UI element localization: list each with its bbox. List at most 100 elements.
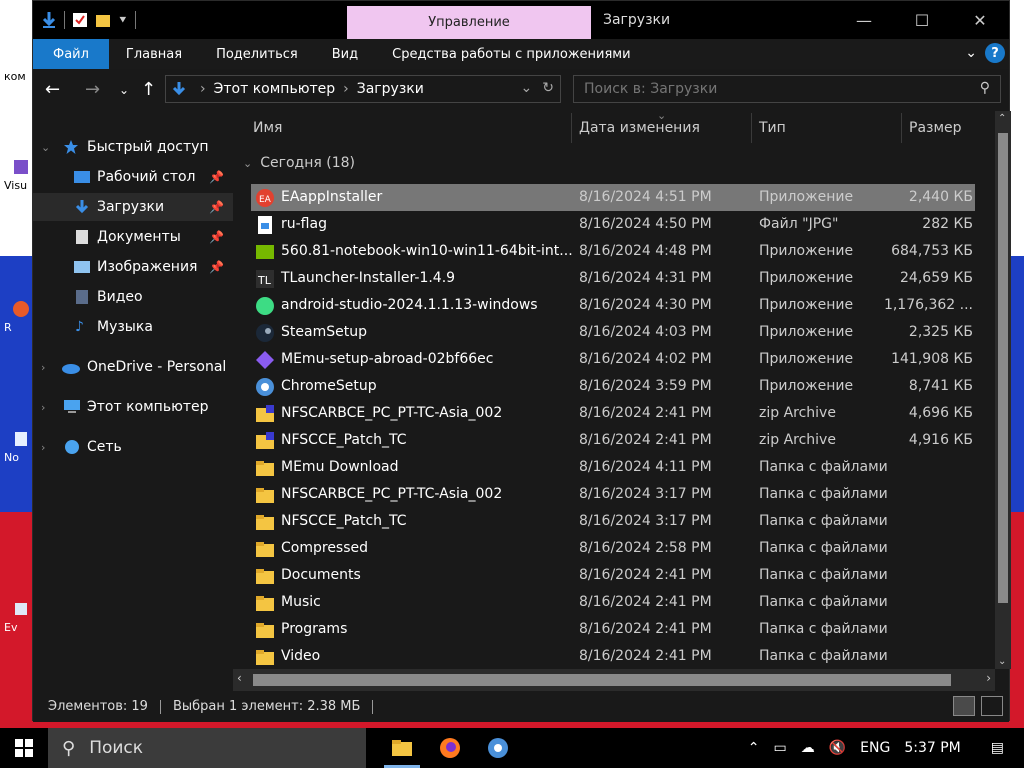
- table-row[interactable]: TL TLauncher-Installer-1.4.9 8/16/2024 4:3…: [251, 265, 975, 292]
- minimize-button[interactable]: —: [835, 1, 893, 39]
- pin-icon[interactable]: 📌: [209, 170, 224, 184]
- taskbar-search[interactable]: ⚲ Поиск: [48, 728, 366, 768]
- maximize-button[interactable]: ☐: [893, 1, 951, 39]
- table-row[interactable]: Video 8/16/2024 2:41 PM Папка с файлами: [251, 643, 975, 670]
- column-header-size[interactable]: Размер: [909, 111, 962, 145]
- table-row[interactable]: Documents 8/16/2024 2:41 PM Папка с файлам…: [251, 562, 975, 589]
- show-hidden-icons-chevron-icon[interactable]: ⌃: [748, 740, 760, 756]
- horizontal-scrollbar[interactable]: ‹ ›: [233, 669, 995, 691]
- table-row[interactable]: android-studio-2024.1.1.13-windows 8/16/2…: [251, 292, 975, 319]
- display-icon[interactable]: ▭: [774, 740, 787, 756]
- table-row[interactable]: NFSCARBCE_PC_PT-TC-Asia_002 8/16/2024 3:1…: [251, 481, 975, 508]
- nav-music[interactable]: ♪ Музыка: [33, 313, 233, 341]
- table-row[interactable]: 560.81-notebook-win10-win11-64bit-int...…: [251, 238, 975, 265]
- table-row[interactable]: Music 8/16/2024 2:41 PM Папка с файлами: [251, 589, 975, 616]
- table-row[interactable]: NFSCARBCE_PC_PT-TC-Asia_002 8/16/2024 2:4…: [251, 400, 975, 427]
- scroll-right-icon[interactable]: ›: [986, 671, 991, 685]
- tab-home[interactable]: Главная: [109, 39, 199, 69]
- table-row[interactable]: SteamSetup 8/16/2024 4:03 PM Приложение 2,3…: [251, 319, 975, 346]
- desktop-icon-notepad[interactable]: No: [4, 430, 32, 464]
- address-bar[interactable]: › Этот компьютер › Загрузки ⌄ ↻: [165, 75, 561, 103]
- horizontal-scroll-thumb[interactable]: [253, 674, 951, 686]
- up-arrow-icon[interactable]: ↑: [141, 79, 156, 100]
- clock[interactable]: 5:37 PM: [904, 740, 960, 756]
- nav-network[interactable]: › Сеть: [33, 433, 233, 461]
- tab-app-tools[interactable]: Средства работы с приложениями: [375, 39, 647, 69]
- customize-toolbar-icon[interactable]: ⯆: [118, 13, 128, 28]
- refresh-icon[interactable]: ↻: [542, 80, 554, 96]
- tlauncher-icon: TL: [255, 269, 275, 289]
- nav-downloads[interactable]: Загрузки 📌: [33, 193, 233, 221]
- nav-desktop[interactable]: Рабочий стол 📌: [33, 163, 233, 191]
- pin-icon[interactable]: 📌: [209, 230, 224, 244]
- taskbar-file-explorer[interactable]: [378, 728, 426, 768]
- taskbar-chrome[interactable]: [474, 728, 522, 768]
- search-input[interactable]: [584, 81, 964, 97]
- details-view-button[interactable]: [953, 696, 975, 716]
- column-header-type[interactable]: Тип: [759, 111, 786, 145]
- vertical-scrollbar[interactable]: ⌃ ⌄: [995, 111, 1011, 669]
- column-header-name[interactable]: Имя: [253, 111, 282, 145]
- taskbar-firefox[interactable]: [426, 728, 474, 768]
- language-indicator[interactable]: ENG: [860, 740, 890, 756]
- pin-icon[interactable]: 📌: [209, 200, 224, 214]
- file-name: Video: [281, 648, 321, 664]
- table-row[interactable]: NFSCCE_Patch_TC 8/16/2024 2:41 PM zip Arch…: [251, 427, 975, 454]
- expand-chevron-icon[interactable]: ›: [41, 441, 45, 454]
- file-size: 4,696 КБ: [908, 405, 973, 421]
- group-header-today[interactable]: ⌄ Сегодня (18): [243, 155, 355, 171]
- table-row[interactable]: ChromeSetup 8/16/2024 3:59 PM Приложение 8,…: [251, 373, 975, 400]
- scroll-down-icon[interactable]: ⌄: [998, 656, 1006, 667]
- large-icons-view-button[interactable]: [981, 696, 1003, 716]
- table-row[interactable]: EA EAappInstaller 8/16/2024 4:51 PM Приложе…: [251, 184, 975, 211]
- address-history-chevron-icon[interactable]: ⌄: [521, 80, 533, 96]
- onedrive-tray-icon[interactable]: ☁: [801, 740, 815, 756]
- expand-ribbon-chevron-icon[interactable]: ⌄: [965, 45, 977, 61]
- nav-video[interactable]: Видео: [33, 283, 233, 311]
- column-header-date[interactable]: Дата изменения: [579, 111, 700, 145]
- table-row[interactable]: NFSCCE_Patch_TC 8/16/2024 3:17 PM Папка с …: [251, 508, 975, 535]
- expand-chevron-icon[interactable]: ›: [41, 401, 45, 414]
- vertical-scroll-thumb[interactable]: [998, 133, 1008, 603]
- breadcrumb-downloads[interactable]: Загрузки: [357, 81, 424, 97]
- search-box[interactable]: ⚲: [573, 75, 1001, 103]
- file-date: 8/16/2024 3:59 PM: [579, 378, 712, 394]
- back-arrow-icon[interactable]: ←: [45, 79, 60, 100]
- table-row[interactable]: ru-flag 8/16/2024 4:50 PM Файл "JPG" 282 КБ: [251, 211, 975, 238]
- scroll-up-icon[interactable]: ⌃: [998, 113, 1006, 124]
- nav-documents[interactable]: Документы 📌: [33, 223, 233, 251]
- manage-tab[interactable]: Управление: [347, 6, 591, 39]
- nav-this-pc[interactable]: › Этот компьютер: [33, 393, 233, 421]
- pin-icon[interactable]: 📌: [209, 260, 224, 274]
- help-button[interactable]: ?: [985, 43, 1005, 63]
- desktop-icon-ev[interactable]: Ev: [4, 600, 32, 634]
- search-icon[interactable]: ⚲: [980, 80, 990, 96]
- start-button[interactable]: [0, 728, 48, 768]
- desktop-icon-computer[interactable]: ком: [4, 70, 32, 83]
- close-button[interactable]: ✕: [951, 1, 1009, 39]
- collapse-chevron-icon[interactable]: ⌄: [41, 141, 50, 154]
- recent-locations-chevron-icon[interactable]: ⌄: [119, 83, 129, 97]
- tab-view[interactable]: Вид: [315, 39, 375, 69]
- scroll-left-icon[interactable]: ‹: [237, 671, 242, 685]
- tab-file[interactable]: Файл: [33, 39, 109, 69]
- properties-icon[interactable]: [72, 12, 88, 28]
- tab-share[interactable]: Поделиться: [199, 39, 315, 69]
- table-row[interactable]: Programs 8/16/2024 2:41 PM Папка с файлами: [251, 616, 975, 643]
- nav-onedrive[interactable]: › OneDrive - Personal: [33, 353, 233, 381]
- nav-quick-access[interactable]: ⌄ Быстрый доступ: [33, 133, 233, 161]
- notifications-icon[interactable]: ▤: [991, 740, 1004, 756]
- new-folder-icon[interactable]: [95, 12, 111, 28]
- breadcrumb-this-pc[interactable]: Этот компьютер: [214, 81, 336, 97]
- desktop-icon-visual-studio[interactable]: Visu: [4, 158, 32, 192]
- forward-arrow-icon[interactable]: →: [85, 79, 100, 100]
- file-type: Приложение: [759, 270, 854, 286]
- desktop-icon-r[interactable]: R: [4, 300, 32, 334]
- expand-chevron-icon[interactable]: ›: [41, 361, 45, 374]
- group-collapse-chevron-icon[interactable]: ⌄: [243, 157, 252, 170]
- volume-muted-icon[interactable]: 🔇: [829, 740, 846, 756]
- table-row[interactable]: MEmu Download 8/16/2024 4:11 PM Папка с фа…: [251, 454, 975, 481]
- nav-pictures[interactable]: Изображения 📌: [33, 253, 233, 281]
- table-row[interactable]: Compressed 8/16/2024 2:58 PM Папка с файла…: [251, 535, 975, 562]
- table-row[interactable]: MEmu-setup-abroad-02bf66ec 8/16/2024 4:02…: [251, 346, 975, 373]
